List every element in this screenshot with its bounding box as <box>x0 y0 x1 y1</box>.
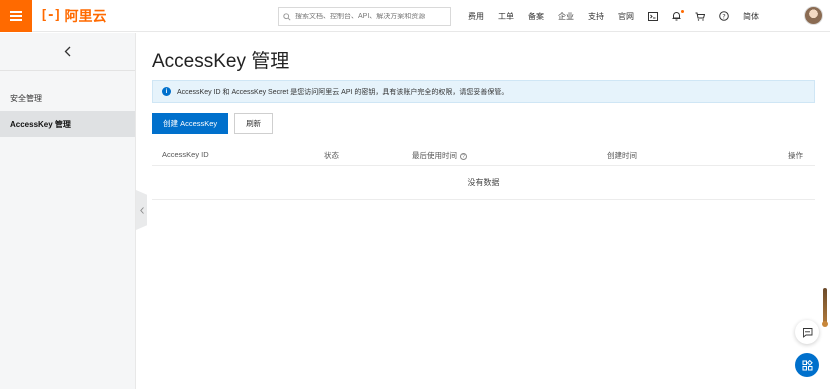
sidebar-collapse-handle[interactable] <box>136 190 147 230</box>
nav-official-site[interactable]: 官网 <box>618 11 634 22</box>
chevron-left-icon <box>64 46 71 57</box>
chat-float-button[interactable] <box>795 320 819 344</box>
column-accesskey-id: AccessKey ID <box>162 150 209 159</box>
apps-float-button[interactable] <box>795 353 819 377</box>
info-icon: i <box>162 87 171 96</box>
sidebar-item-security[interactable]: 安全管理 <box>0 85 135 111</box>
create-accesskey-button[interactable]: 创建 AccessKey <box>152 113 229 134</box>
main-content: AccessKey 管理 i AccessKey ID 和 AccessKey … <box>152 33 815 200</box>
column-status: 状态 <box>324 151 339 160</box>
column-last-used: 最后使用时间? <box>412 150 467 161</box>
column-created-time: 创建时间 <box>607 151 637 160</box>
nav-tickets[interactable]: 工单 <box>498 11 514 22</box>
avatar[interactable] <box>804 6 823 25</box>
table-empty-state: 没有数据 <box>152 166 815 200</box>
apps-icon <box>802 359 813 370</box>
notification-dot <box>681 10 684 13</box>
hamburger-menu-button[interactable] <box>0 0 32 32</box>
nav-enterprise[interactable]: 企业 <box>558 11 574 22</box>
nav-support[interactable]: 支持 <box>588 11 604 22</box>
sidebar: 安全管理 AccessKey 管理 <box>0 33 136 389</box>
search-input[interactable] <box>295 13 445 20</box>
svg-text:?: ? <box>722 12 725 20</box>
column-last-used-label: 最后使用时间 <box>412 151 457 160</box>
top-navbar: [-] 阿里云 费用 工单 备案 企业 支持 官网 ? 简体 <box>0 0 830 32</box>
language-switch[interactable]: 简体 <box>743 11 759 22</box>
table-header: AccessKey ID 状态 最后使用时间? 创建时间 操作 <box>152 145 815 166</box>
sidebar-item-accesskey[interactable]: AccessKey 管理 <box>0 111 135 137</box>
chat-icon <box>802 327 812 338</box>
refresh-button[interactable]: 刷新 <box>234 113 274 134</box>
accesskey-table: AccessKey ID 状态 最后使用时间? 创建时间 操作 没有数据 <box>152 145 815 200</box>
help-icon[interactable]: ? <box>719 11 729 21</box>
nav-billing[interactable]: 费用 <box>468 11 484 22</box>
top-nav-links: 费用 工单 备案 企业 支持 官网 ? 简体 <box>468 0 773 32</box>
bell-icon[interactable] <box>672 10 684 21</box>
cart-icon[interactable] <box>695 12 705 21</box>
action-bar: 创建 AccessKey 刷新 <box>152 113 815 134</box>
search-icon <box>283 12 291 21</box>
floating-scroll-indicator[interactable] <box>822 288 828 327</box>
notice-text: AccessKey ID 和 AccessKey Secret 是您访问阿里云 … <box>177 88 509 96</box>
menu-icon <box>10 14 22 17</box>
chevron-left-icon <box>139 206 144 214</box>
logo-text: 阿里云 <box>64 7 107 24</box>
terminal-icon[interactable] <box>648 11 658 21</box>
global-search[interactable] <box>278 7 451 26</box>
sidebar-back-button[interactable] <box>0 33 135 71</box>
help-icon[interactable]: ? <box>460 153 467 160</box>
column-actions: 操作 <box>788 151 803 160</box>
info-notice: i AccessKey ID 和 AccessKey Secret 是您访问阿里… <box>152 80 815 103</box>
logo-mark-icon: [-] <box>40 8 62 23</box>
aliyun-logo[interactable]: [-] 阿里云 <box>40 6 106 26</box>
page-title: AccessKey 管理 <box>152 51 290 72</box>
nav-icp-filing[interactable]: 备案 <box>528 11 544 22</box>
